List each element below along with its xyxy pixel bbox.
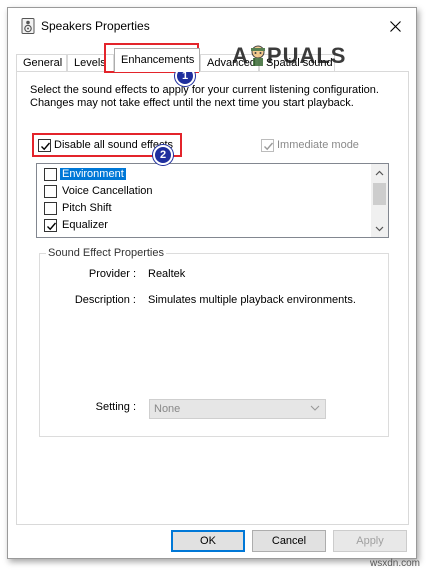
list-item-environment[interactable]: Environment	[37, 166, 371, 183]
immediate-mode-label[interactable]: Immediate mode	[277, 139, 359, 151]
apply-button[interactable]: Apply	[333, 530, 407, 552]
tab-general[interactable]: General	[16, 54, 67, 72]
effects-scrollbar[interactable]	[371, 164, 388, 237]
speaker-icon	[21, 18, 35, 34]
pitch-shift-label[interactable]: Pitch Shift	[62, 202, 112, 214]
immediate-mode-checkbox[interactable]	[261, 139, 274, 152]
enhancements-description: Select the sound effects to apply for yo…	[30, 84, 379, 109]
chevron-up-icon	[375, 170, 384, 175]
list-item-voice-cancellation[interactable]: Voice Cancellation	[37, 183, 371, 200]
title-bar: Speakers Properties	[8, 8, 416, 44]
ok-button[interactable]: OK	[171, 530, 245, 552]
watermark-text-a: A	[232, 43, 249, 68]
list-item-pitch-shift[interactable]: Pitch Shift	[37, 200, 371, 217]
chevron-down-icon	[375, 226, 384, 231]
environment-label[interactable]: Environment	[60, 168, 126, 180]
window-title: Speakers Properties	[41, 19, 150, 33]
environment-checkbox[interactable]	[44, 168, 57, 181]
provider-value: Realtek	[148, 268, 186, 280]
check-icon	[264, 142, 274, 151]
list-item-equalizer[interactable]: Equalizer	[37, 217, 371, 234]
chevron-down-icon	[310, 405, 320, 411]
group-title: Sound Effect Properties	[46, 247, 166, 259]
scroll-thumb[interactable]	[373, 183, 386, 205]
voice-cancellation-checkbox[interactable]	[44, 185, 57, 198]
check-icon	[47, 222, 57, 231]
cancel-button[interactable]: Cancel	[252, 530, 326, 552]
watermark-text-b: PUALS	[266, 43, 347, 68]
pitch-shift-checkbox[interactable]	[44, 202, 57, 215]
appuals-watermark: A PUALS	[232, 43, 346, 69]
effects-list[interactable]: Environment Voice Cancellation Pitch Shi…	[36, 163, 389, 238]
equalizer-label[interactable]: Equalizer	[62, 219, 108, 231]
description-value: Simulates multiple playback environments…	[148, 294, 356, 306]
close-icon	[389, 20, 401, 32]
voice-cancellation-label[interactable]: Voice Cancellation	[62, 185, 153, 197]
setting-label: Setting :	[95, 401, 136, 413]
close-button[interactable]	[382, 14, 408, 38]
scroll-up-button[interactable]	[371, 164, 388, 181]
scroll-down-button[interactable]	[371, 220, 388, 237]
provider-label: Provider :	[88, 268, 136, 280]
setting-select[interactable]: None	[149, 399, 326, 419]
description-label: Description :	[74, 294, 136, 306]
step-badge-2: 2	[153, 145, 173, 165]
equalizer-checkbox[interactable]	[44, 219, 57, 232]
tab-enhancements[interactable]: Enhancements	[114, 48, 200, 72]
site-watermark: wsxdn.com	[369, 558, 420, 569]
setting-select-value: None	[154, 403, 181, 415]
mascot-icon	[249, 45, 267, 67]
